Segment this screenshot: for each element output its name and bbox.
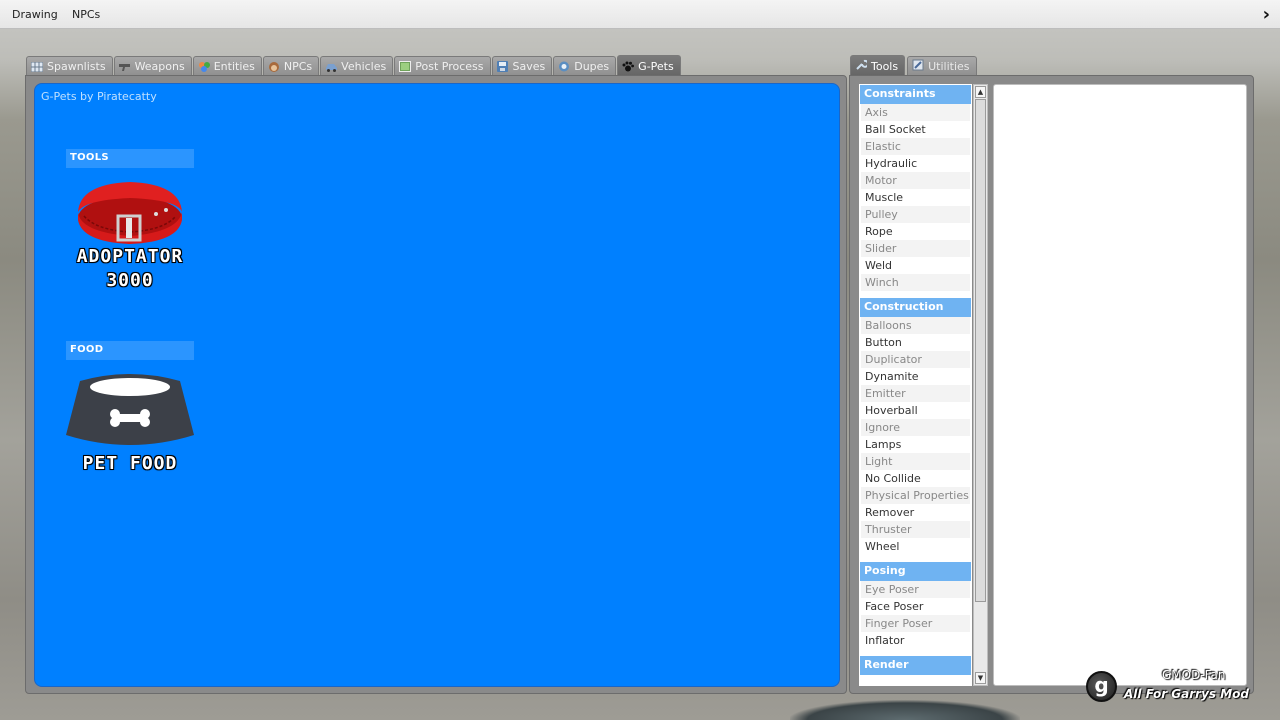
tab-label: G-Pets	[638, 59, 674, 73]
tool-item[interactable]: Light	[861, 453, 970, 470]
tab-utilities[interactable]: Utilities	[907, 56, 977, 76]
disk-icon	[496, 61, 509, 72]
utilities-icon	[912, 59, 924, 74]
tool-item[interactable]: Duplicator	[861, 351, 970, 368]
paw-icon	[622, 61, 635, 72]
bricks-icon	[198, 61, 210, 72]
car-icon	[325, 61, 338, 72]
spawn-icon-pet-food[interactable]: PET FOOD	[66, 369, 194, 497]
tool-item[interactable]: Emitter	[861, 385, 970, 402]
tool-item[interactable]: Elastic	[861, 138, 970, 155]
toolmenu-tabs: Tools Utilities	[850, 55, 979, 76]
scroll-down-icon[interactable]: ▼	[975, 672, 986, 684]
watermark-title: GMOD-Fan	[1162, 668, 1226, 682]
tool-item[interactable]: Ball Socket	[861, 121, 970, 138]
tool-item[interactable]: Winch	[861, 274, 970, 291]
spawnmenu-panel: G-Pets by Piratecatty TOOLS ADOPTATOR 30…	[25, 75, 847, 694]
spawn-icon-caption: PET FOOD	[82, 453, 178, 474]
wrench-icon	[855, 59, 869, 74]
gmod-logo-icon: g	[1086, 671, 1117, 702]
tool-list: Constraints Axis Ball Socket Elastic Hyd…	[859, 84, 972, 686]
tab-dupes[interactable]: Dupes	[553, 56, 617, 76]
spawn-icon-adoptator[interactable]: ADOPTATOR 3000	[66, 172, 194, 300]
tool-item[interactable]: Hoverball	[861, 402, 970, 419]
pet-bowl-icon	[66, 374, 194, 445]
scrollbar-thumb[interactable]	[975, 99, 986, 602]
tool-item[interactable]: Inflator	[861, 632, 970, 649]
tool-item[interactable]: Hydraulic	[861, 155, 970, 172]
category-header-food: FOOD	[66, 341, 194, 360]
menu-item-drawing[interactable]: Drawing	[12, 8, 58, 21]
tool-item[interactable]: Physical Properties	[861, 487, 970, 504]
tab-label: Entities	[213, 60, 255, 73]
top-menu-bar: Drawing NPCs ›	[0, 0, 1280, 29]
section-header-constraints[interactable]: Constraints	[860, 85, 971, 104]
tool-item[interactable]: Lamps	[861, 436, 970, 453]
tool-item[interactable]: Remover	[861, 504, 970, 521]
tool-item[interactable]: No Collide	[861, 470, 970, 487]
menu-item-npcs[interactable]: NPCs	[72, 8, 100, 21]
tool-item[interactable]: Balloons	[861, 317, 970, 334]
tool-item[interactable]: Eye Poser	[861, 581, 970, 598]
tab-label: Vehicles	[341, 60, 387, 73]
dupe-icon	[558, 61, 570, 72]
tab-label: Dupes	[574, 60, 610, 73]
tab-entities[interactable]: Entities	[192, 56, 262, 76]
tool-item[interactable]: Dynamite	[861, 368, 970, 385]
tab-vehicles[interactable]: Vehicles	[320, 56, 394, 76]
section-header-construction[interactable]: Construction	[860, 298, 971, 317]
tab-npcs[interactable]: NPCs	[262, 56, 320, 76]
spawn-icon-caption-line2: 3000	[106, 270, 154, 291]
section-header-render[interactable]: Render	[860, 656, 971, 675]
tool-properties-panel	[993, 84, 1247, 686]
tab-saves[interactable]: Saves	[491, 56, 553, 76]
spawn-icon-caption: ADOPTATOR	[76, 246, 184, 267]
tab-label: Post Process	[415, 60, 484, 73]
tool-item[interactable]: Ignore	[861, 419, 970, 436]
chevron-right-icon[interactable]: ›	[1263, 4, 1270, 25]
category-header-tools: TOOLS	[66, 149, 194, 168]
viewmodel-hand	[790, 700, 1020, 720]
tab-gpets[interactable]: G-Pets	[617, 55, 681, 76]
toolmenu-panel: Constraints Axis Ball Socket Elastic Hyd…	[849, 75, 1254, 694]
red-collar-icon	[78, 182, 182, 244]
tab-label: Tools	[871, 59, 899, 73]
watermark-subtitle: All For Garrys Mod	[1124, 687, 1249, 701]
tab-tools[interactable]: Tools	[850, 55, 906, 76]
tab-label: Utilities	[928, 60, 970, 73]
tool-item[interactable]: Thruster	[861, 521, 970, 538]
tool-item[interactable]: Axis	[861, 104, 970, 121]
tool-item[interactable]: Wheel	[861, 538, 970, 555]
tool-item[interactable]: Slider	[861, 240, 970, 257]
tool-list-scrollbar[interactable]: ▲ ▼	[973, 84, 988, 686]
tab-label: Spawnlists	[47, 60, 106, 73]
section-header-posing[interactable]: Posing	[860, 562, 971, 581]
gpets-content: G-Pets by Piratecatty TOOLS ADOPTATOR 30…	[34, 83, 840, 687]
tab-label: NPCs	[283, 60, 313, 73]
tab-spawnlists[interactable]: Spawnlists	[26, 56, 113, 76]
tab-label: Weapons	[134, 60, 185, 73]
gun-icon	[118, 61, 131, 72]
image-icon	[399, 61, 412, 72]
tool-item[interactable]: Weld	[861, 257, 970, 274]
spawnmenu-tabs: Spawnlists Weapons Entities NPCs Vehicle…	[26, 55, 682, 76]
addon-credit: G-Pets by Piratecatty	[41, 90, 157, 103]
tool-item[interactable]: Pulley	[861, 206, 970, 223]
tool-item[interactable]: Button	[861, 334, 970, 351]
tab-post-process[interactable]: Post Process	[394, 56, 491, 76]
tool-item[interactable]: Muscle	[861, 189, 970, 206]
tab-weapons[interactable]: Weapons	[113, 56, 192, 76]
scroll-up-icon[interactable]: ▲	[975, 86, 986, 98]
tool-item[interactable]: Motor	[861, 172, 970, 189]
monkey-icon	[268, 61, 280, 72]
tool-item[interactable]: Face Poser	[861, 598, 970, 615]
tool-item[interactable]: Rope	[861, 223, 970, 240]
grid-icon	[31, 61, 43, 72]
tool-item[interactable]: Finger Poser	[861, 615, 970, 632]
tab-label: Saves	[512, 60, 546, 73]
